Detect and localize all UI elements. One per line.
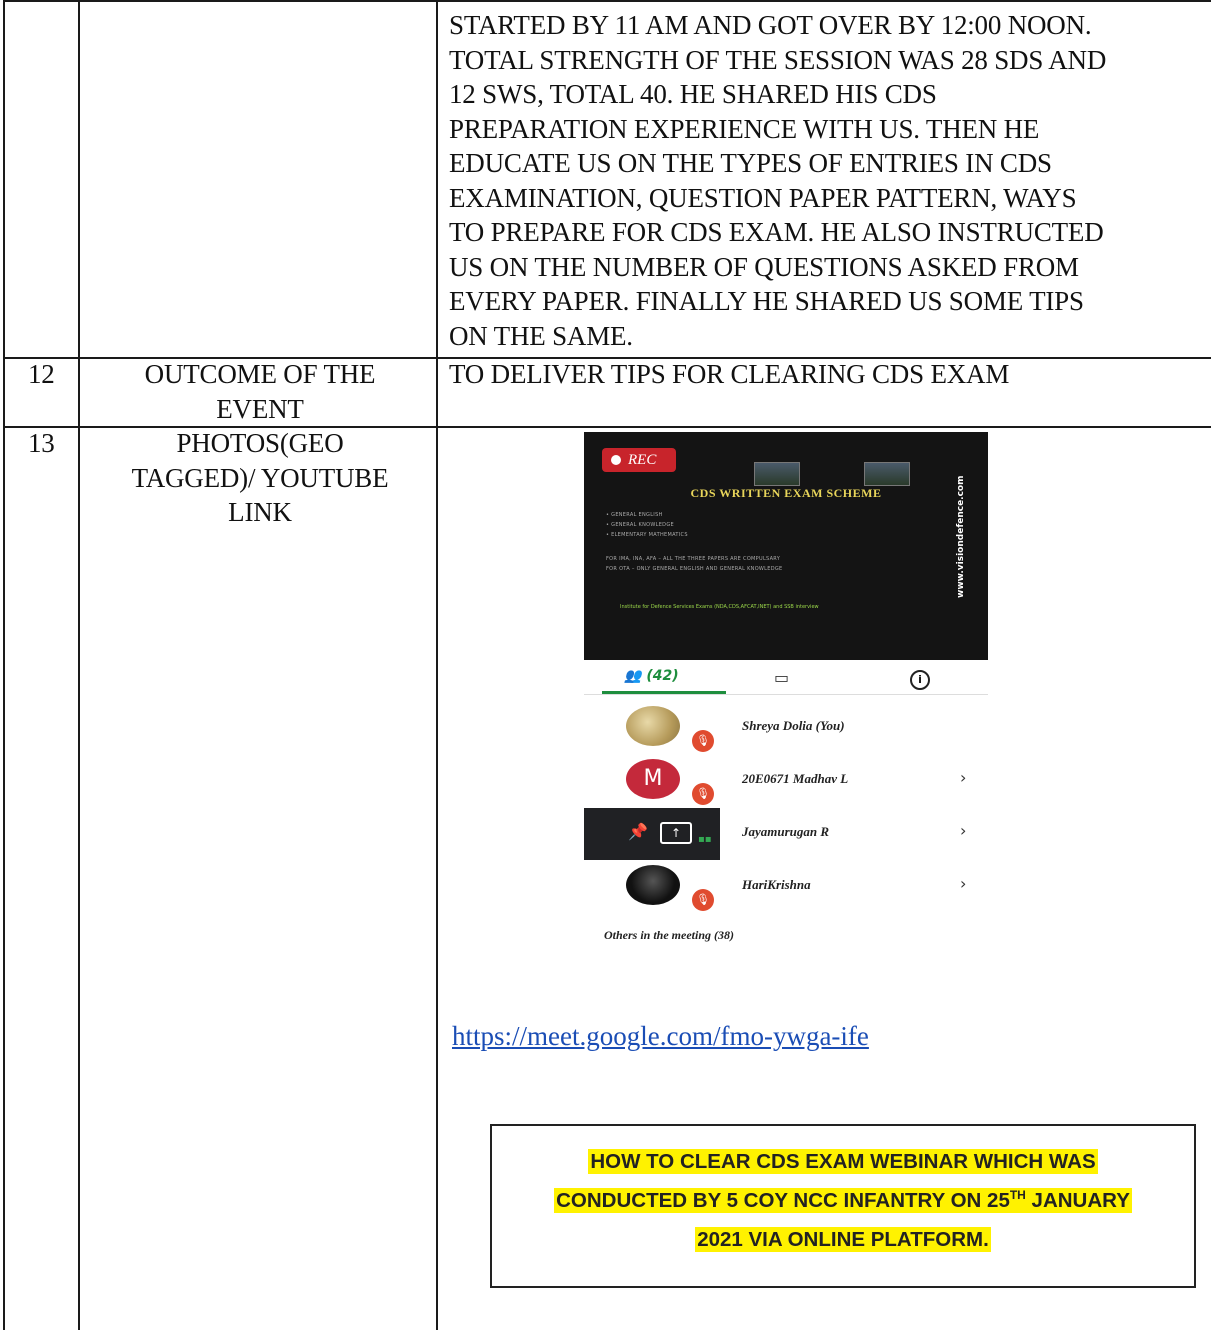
rec-badge: REC: [602, 448, 676, 472]
row12-label-line: EVENT: [216, 393, 304, 424]
row11-line: EDUCATE US ON THE TYPES OF ENTRIES IN CD…: [449, 148, 1052, 178]
row13-label-line: LINK: [228, 497, 292, 527]
others-in-meeting: Others in the meeting (38): [604, 928, 735, 942]
mic-off-icon: 🎙: [692, 783, 714, 805]
slide-footer: Institute for Defence Services Exams (ND…: [620, 604, 819, 610]
caption-line: CONDUCTED BY 5 COY NCC INFANTRY ON 25TH …: [554, 1188, 1132, 1213]
participant-name: Jayamurugan R: [742, 824, 830, 839]
people-count: (42): [646, 668, 679, 684]
row13-label: PHOTOS(GEO TAGGED)/ YOUTUBE LINK: [90, 426, 430, 530]
row12-value: TO DELIVER TIPS FOR CLEARING CDS EXAM: [449, 359, 1010, 389]
meet-tabs: 👥 (42) ▭ i: [584, 664, 988, 695]
participant-row[interactable]: 📌 ↑ ▪▪ Jayamurugan R ›: [584, 808, 988, 860]
table-border-col1: [78, 0, 80, 1330]
slide-note: FOR IMA, INA, AFA – ALL THE THREE PAPERS…: [606, 556, 781, 562]
row11-line: PREPARATION EXPERIENCE WITH US. THEN HE: [449, 113, 1040, 144]
table-border-left: [3, 0, 5, 1330]
participant-row[interactable]: 🎙 Shreya Dolia (You): [584, 702, 988, 754]
participant-row[interactable]: M 🎙 20E0671 Madhav L ›: [584, 755, 988, 807]
slide-vertical-url: www.visiondefence.com: [956, 475, 966, 599]
row12-label: OUTCOME OF THE EVENT: [90, 357, 430, 426]
caption-text: HOW TO CLEAR CDS EXAM WEBINAR WHICH WAS …: [492, 1142, 1194, 1259]
row13-label-line: TAGGED)/ YOUTUBE: [131, 462, 389, 493]
people-tab[interactable]: 👥 (42): [624, 668, 679, 684]
mic-off-icon: 🎙: [692, 889, 714, 911]
row11-description: STARTED BY 11 AM AND GOT OVER BY 12:00 N…: [449, 8, 1209, 353]
chevron-right-icon[interactable]: ›: [960, 874, 966, 893]
slide-list-item: • GENERAL KNOWLEDGE: [606, 522, 674, 528]
row13-number: 13: [28, 428, 55, 458]
participant-name: 20E0671 Madhav L: [742, 771, 849, 786]
row13-label-line: PHOTOS(GEO: [176, 428, 344, 458]
caption-line-part: JANUARY: [1025, 1189, 1130, 1212]
participant-name: Shreya Dolia (You): [742, 718, 845, 733]
people-icon: 👥: [624, 668, 642, 684]
caption-box: HOW TO CLEAR CDS EXAM WEBINAR WHICH WAS …: [490, 1124, 1196, 1288]
row12-label-line: OUTCOME OF THE: [144, 359, 376, 389]
slide-title: CDS WRITTEN EXAM SCHEME: [690, 486, 882, 500]
chevron-right-icon[interactable]: ›: [960, 768, 966, 787]
slide-image-right: [864, 462, 910, 486]
participant-row[interactable]: 🎙 HariKrishna ›: [584, 861, 988, 913]
meet-link[interactable]: https://meet.google.com/fmo-ywga-ife: [452, 1021, 869, 1052]
present-screen-icon: ↑: [660, 822, 692, 844]
slide-list-item: • ELEMENTARY MATHEMATICS: [606, 532, 688, 538]
row12-number: 12: [28, 359, 55, 389]
participant-name: HariKrishna: [742, 877, 811, 892]
avatar: M: [626, 759, 680, 799]
pin-icon: 📌: [628, 822, 648, 841]
row11-line: TO PREPARE FOR CDS EXAM. HE ALSO INSTRUC…: [449, 217, 1104, 247]
caption-line-part: CONDUCTED BY 5 COY NCC INFANTRY ON 25: [556, 1189, 1010, 1212]
caption-line: 2021 VIA ONLINE PLATFORM.: [695, 1227, 991, 1252]
table-border-top: [3, 0, 1211, 2]
meet-screenshot: REC CDS WRITTEN EXAM SCHEME • GENERAL EN…: [584, 432, 988, 962]
table-border-col2: [436, 0, 438, 1330]
row11-line: EXAMINATION, QUESTION PAPER PATTERN, WAY…: [449, 182, 1077, 213]
caption-superscript: TH: [1009, 1188, 1026, 1203]
info-icon[interactable]: i: [910, 670, 930, 690]
mic-off-icon: 🎙: [692, 730, 714, 752]
slide-note: FOR OTA – ONLY GENERAL ENGLISH AND GENER…: [606, 566, 783, 572]
row11-line: US ON THE NUMBER OF QUESTIONS ASKED FROM: [449, 251, 1079, 282]
avatar: [626, 706, 680, 746]
caption-line: HOW TO CLEAR CDS EXAM WEBINAR WHICH WAS: [588, 1149, 1098, 1174]
chat-icon[interactable]: ▭: [774, 668, 789, 687]
active-tab-indicator: [602, 691, 726, 694]
chevron-right-icon[interactable]: ›: [960, 821, 966, 840]
row11-line: TOTAL STRENGTH OF THE SESSION WAS 28 SDS…: [449, 44, 1107, 75]
row11-line: ON THE SAME.: [449, 320, 633, 351]
presentation-slide: REC CDS WRITTEN EXAM SCHEME • GENERAL EN…: [584, 432, 988, 660]
slide-image-left: [754, 462, 800, 486]
audio-level-icon: ▪▪: [698, 834, 712, 845]
row11-line: 12 SWS, TOTAL 40. HE SHARED HIS CDS: [449, 79, 937, 109]
slide-list-item: • GENERAL ENGLISH: [606, 512, 663, 518]
row11-line: EVERY PAPER. FINALLY HE SHARED US SOME T…: [449, 286, 1084, 316]
avatar: [626, 865, 680, 905]
row11-line: STARTED BY 11 AM AND GOT OVER BY 12:00 N…: [449, 10, 1092, 40]
presenting-tile: 📌 ↑ ▪▪: [584, 808, 720, 860]
